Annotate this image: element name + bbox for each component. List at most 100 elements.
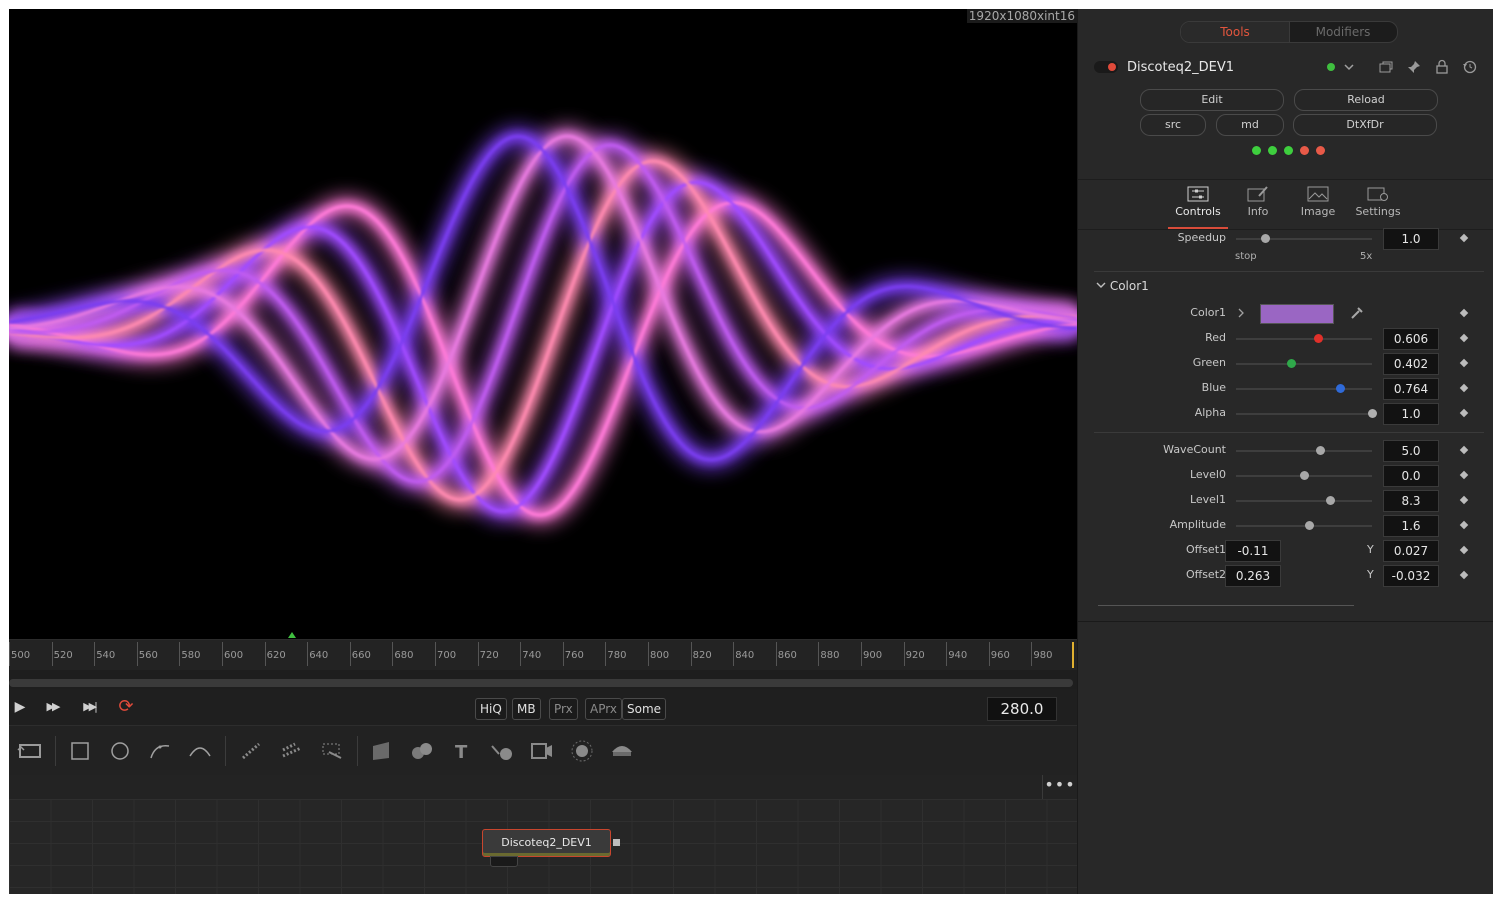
ruler-tick-label: 920 [905, 650, 925, 661]
tab-image[interactable]: Image [1288, 179, 1348, 229]
shape-3d-icon[interactable] [409, 738, 435, 764]
quality-button-some[interactable]: Some [622, 698, 667, 720]
slider-knob[interactable] [1325, 496, 1335, 505]
tab-settings[interactable]: Settings [1348, 179, 1408, 229]
play-button[interactable]: ▶ [9, 697, 31, 717]
quality-button-aprx[interactable]: APrx [585, 698, 622, 720]
slider-knob[interactable] [1368, 409, 1377, 418]
md-button[interactable]: md [1216, 114, 1284, 136]
ruler-tick-label: 900 [863, 650, 883, 661]
tab-info[interactable]: Info [1228, 179, 1288, 229]
keyframe-diamond-icon[interactable] [1459, 470, 1469, 480]
lock-icon[interactable] [1434, 59, 1450, 75]
tool-enable-toggle[interactable] [1094, 61, 1118, 73]
blue-slider[interactable] [1236, 384, 1372, 393]
tool-color-dot[interactable] [1327, 63, 1335, 71]
tab-modifiers[interactable]: Modifiers [1289, 22, 1397, 42]
quality-button-mb[interactable]: MB [512, 698, 541, 720]
keyframe-diamond-icon[interactable] [1459, 308, 1469, 318]
node-flow-area[interactable]: Discoteq2_DEV1 [9, 799, 1077, 894]
ellipse-mask-icon[interactable] [107, 738, 133, 764]
step-forward-button[interactable]: ▶▶ [39, 697, 65, 717]
eyedropper-icon[interactable] [1350, 306, 1364, 320]
blue-value[interactable]: 0.764 [1383, 378, 1439, 400]
particle-render-icon[interactable] [279, 738, 305, 764]
level0-value[interactable]: 0.0 [1383, 465, 1439, 487]
node-output-port[interactable] [613, 839, 620, 846]
keyframe-diamond-icon[interactable] [1459, 495, 1469, 505]
viewer[interactable]: 1920x1080xint16 [9, 9, 1077, 639]
keyframe-diamond-icon[interactable] [1459, 545, 1469, 555]
keyframe-diamond-icon[interactable] [1459, 358, 1469, 368]
more-options-icon[interactable]: ••• [1042, 775, 1077, 799]
spotlight-3d-icon[interactable] [569, 738, 595, 764]
green-value[interactable]: 0.402 [1383, 353, 1439, 375]
bspline-mask-icon[interactable] [187, 738, 213, 764]
particle-merge-icon[interactable] [319, 738, 345, 764]
merge-3d-icon[interactable] [489, 738, 515, 764]
tab-controls[interactable]: Controls [1168, 179, 1228, 229]
pin-icon[interactable] [1406, 59, 1422, 75]
slider-knob[interactable] [1314, 334, 1324, 343]
green-slider[interactable] [1236, 359, 1372, 368]
slider-knob[interactable] [1335, 384, 1345, 393]
loop-button[interactable]: ⟳ [115, 697, 137, 717]
wavecount-value[interactable]: 5.0 [1383, 440, 1439, 462]
quality-button-prx[interactable]: Prx [549, 698, 578, 720]
amplitude-slider[interactable] [1236, 521, 1372, 530]
renderer-3d-icon[interactable] [609, 738, 635, 764]
alpha-slider[interactable] [1236, 409, 1377, 418]
level0-slider[interactable] [1236, 471, 1372, 480]
offset-y-value[interactable]: 0.027 [1383, 540, 1439, 562]
particle-emitter-icon[interactable] [239, 738, 265, 764]
speedup-value[interactable]: 1.0 [1383, 228, 1439, 250]
keyframe-diamond-icon[interactable] [1459, 520, 1469, 530]
offset-y-value[interactable]: -0.032 [1383, 565, 1439, 587]
versions-icon[interactable] [1378, 59, 1394, 75]
keyframe-diamond-icon[interactable] [1459, 233, 1469, 243]
color-swatch[interactable] [1260, 304, 1334, 324]
speedup-slider[interactable] [1236, 234, 1372, 243]
go-to-end-button[interactable]: ▶▶| [75, 697, 103, 717]
level1-slider[interactable] [1236, 496, 1372, 505]
time-scrollbar[interactable] [9, 679, 1073, 687]
red-slider[interactable] [1236, 334, 1372, 343]
color1-group-header[interactable]: Color1 [1096, 279, 1149, 293]
keyframe-diamond-icon[interactable] [1459, 445, 1469, 455]
background-tool-icon[interactable] [17, 738, 43, 764]
node-input-port[interactable] [490, 856, 518, 867]
chevron-right-icon[interactable] [1237, 308, 1245, 318]
text-3d-icon[interactable]: T [449, 738, 475, 764]
level1-value[interactable]: 8.3 [1383, 490, 1439, 512]
edit-button[interactable]: Edit [1140, 89, 1284, 111]
current-frame-field[interactable]: 280.0 [987, 697, 1057, 721]
offset-x-value[interactable]: -0.11 [1225, 540, 1281, 562]
rectangle-mask-icon[interactable] [67, 738, 93, 764]
slider-knob[interactable] [1260, 234, 1270, 243]
slider-knob[interactable] [1316, 446, 1326, 455]
chevron-down-icon[interactable] [1343, 61, 1355, 73]
reload-button[interactable]: Reload [1294, 89, 1438, 111]
keyframe-diamond-icon[interactable] [1459, 570, 1469, 580]
quality-button-hiq[interactable]: HiQ [475, 698, 507, 720]
polygon-mask-icon[interactable] [147, 738, 173, 764]
offset-x-value[interactable]: 0.263 [1225, 565, 1281, 587]
reset-icon[interactable] [1462, 59, 1478, 75]
timeline-ruler[interactable]: 500 520 540 560 580 600 620 640 660 680 700 720 740 7… [9, 632, 1077, 670]
slider-knob[interactable] [1305, 521, 1315, 530]
tool-node[interactable]: Discoteq2_DEV1 [482, 829, 611, 857]
alpha-value[interactable]: 1.0 [1383, 403, 1439, 425]
src-button[interactable]: src [1140, 114, 1206, 136]
slider-knob[interactable] [1300, 471, 1309, 480]
keyframe-diamond-icon[interactable] [1459, 383, 1469, 393]
keyframe-diamond-icon[interactable] [1459, 408, 1469, 418]
amplitude-value[interactable]: 1.6 [1383, 515, 1439, 537]
camera-3d-icon[interactable] [529, 738, 555, 764]
slider-knob[interactable] [1286, 359, 1296, 368]
keyframe-diamond-icon[interactable] [1459, 333, 1469, 343]
wavecount-slider[interactable] [1236, 446, 1372, 455]
red-value[interactable]: 0.606 [1383, 328, 1439, 350]
tab-tools[interactable]: Tools [1181, 22, 1290, 42]
dtxfdr-button[interactable]: DtXfDr [1293, 114, 1437, 136]
image-plane-3d-icon[interactable] [369, 738, 395, 764]
